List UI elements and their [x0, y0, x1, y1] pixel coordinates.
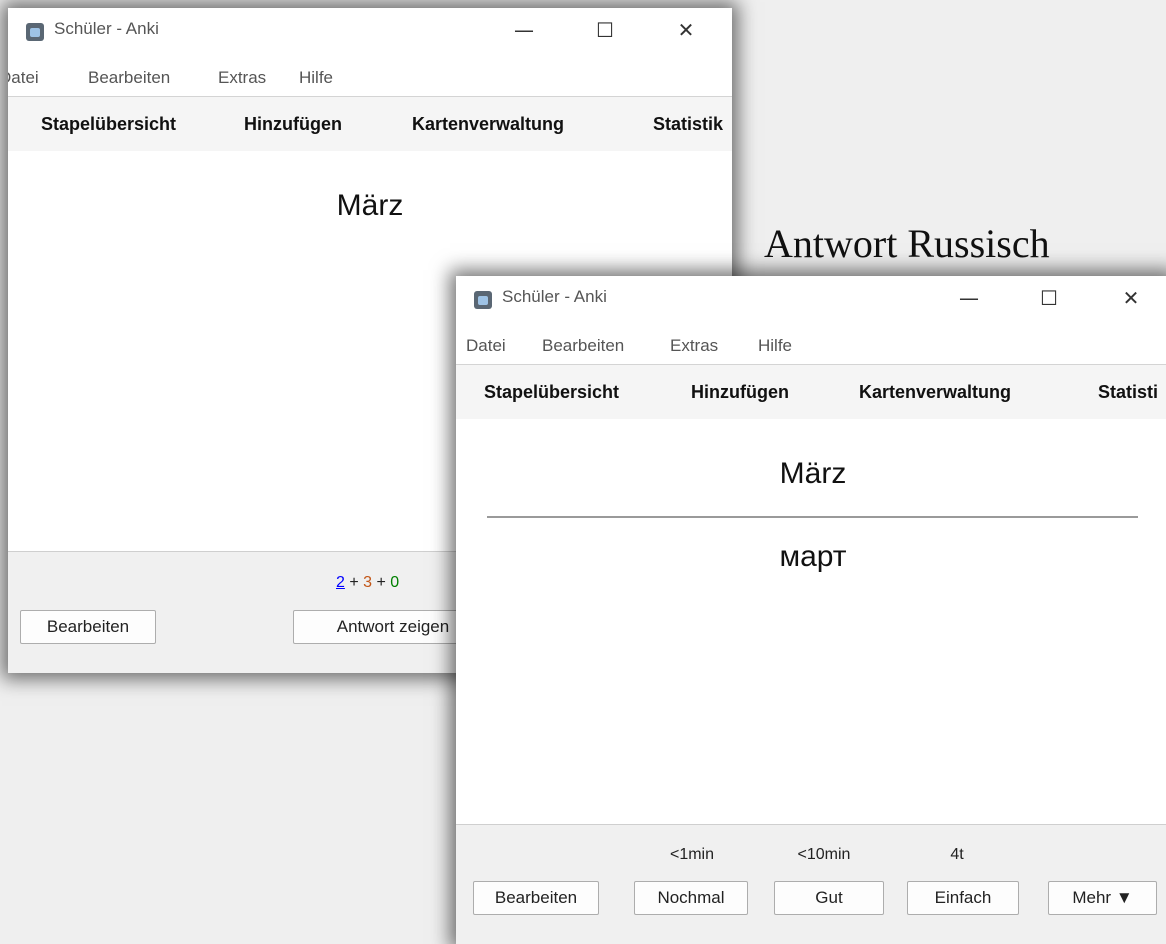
- caption-label: Antwort Russisch: [764, 221, 1050, 266]
- toolbar-browse[interactable]: Kartenverwaltung: [412, 114, 564, 135]
- anki-app-icon: [26, 23, 44, 41]
- again-button[interactable]: Nochmal: [634, 881, 748, 915]
- menu-hilfe[interactable]: Hilfe: [299, 68, 333, 88]
- count-separator: +: [344, 574, 364, 591]
- toolbar-stats[interactable]: Statistik: [653, 114, 723, 135]
- main-toolbar: Stapelübersicht Hinzufügen Kartenverwalt…: [456, 364, 1166, 420]
- toolbar-stats[interactable]: Statisti: [1098, 382, 1158, 403]
- easy-button[interactable]: Einfach: [907, 881, 1019, 915]
- menu-bearbeiten[interactable]: Bearbeiten: [542, 336, 624, 356]
- menu-bar: Datei Bearbeiten Extras Hilfe: [456, 330, 1166, 364]
- close-icon[interactable]: ✕: [671, 18, 701, 42]
- anki-app-icon: [474, 291, 492, 309]
- maximize-icon[interactable]: ☐: [590, 18, 620, 42]
- menu-datei[interactable]: Datei: [466, 336, 506, 356]
- review-count: 0: [390, 574, 400, 591]
- interval-easy: 4t: [950, 846, 964, 863]
- interval-good: <10min: [797, 846, 851, 863]
- menu-bearbeiten[interactable]: Bearbeiten: [88, 68, 170, 88]
- window-title: Schüler - Anki: [54, 19, 159, 38]
- card-answer: март: [779, 540, 847, 573]
- main-toolbar: Stapelübersicht Hinzufügen Kartenverwalt…: [8, 96, 732, 152]
- anki-window-answer: Schüler - Anki — ☐ ✕ Datei Bearbeiten Ex…: [456, 276, 1166, 944]
- edit-button[interactable]: Bearbeiten: [473, 881, 599, 915]
- title-bar[interactable]: Schüler - Anki — ☐ ✕: [8, 8, 732, 58]
- menu-bar: Datei Bearbeiten Extras Hilfe: [8, 62, 732, 96]
- menu-datei[interactable]: Datei: [8, 68, 39, 88]
- bottom-bar: <1min <10min 4t Bearbeiten Nochmal Gut E…: [456, 824, 1166, 944]
- card-area: März март: [456, 419, 1166, 824]
- minimize-icon[interactable]: —: [509, 18, 539, 42]
- menu-extras[interactable]: Extras: [670, 336, 718, 356]
- close-icon[interactable]: ✕: [1116, 286, 1146, 310]
- menu-extras[interactable]: Extras: [218, 68, 266, 88]
- toolbar-add[interactable]: Hinzufügen: [244, 114, 342, 135]
- maximize-icon[interactable]: ☐: [1034, 286, 1064, 310]
- due-counts: 2 + 3 + 0: [336, 574, 399, 592]
- minimize-icon[interactable]: —: [954, 286, 984, 310]
- learn-count: 3: [363, 574, 373, 591]
- interval-again: <1min: [669, 846, 715, 863]
- card-question: März: [779, 457, 847, 490]
- more-button[interactable]: Mehr ▼: [1048, 881, 1157, 915]
- toolbar-decks[interactable]: Stapelübersicht: [484, 382, 619, 403]
- toolbar-add[interactable]: Hinzufügen: [691, 382, 789, 403]
- card-question: März: [336, 189, 404, 222]
- title-bar[interactable]: Schüler - Anki — ☐ ✕: [456, 276, 1166, 326]
- toolbar-decks[interactable]: Stapelübersicht: [41, 114, 176, 135]
- answer-divider: [487, 516, 1138, 518]
- count-separator: +: [372, 574, 391, 591]
- edit-button[interactable]: Bearbeiten: [20, 610, 156, 644]
- window-title: Schüler - Anki: [502, 287, 607, 306]
- toolbar-browse[interactable]: Kartenverwaltung: [859, 382, 1011, 403]
- new-count: 2: [336, 574, 345, 591]
- menu-hilfe[interactable]: Hilfe: [758, 336, 792, 356]
- good-button[interactable]: Gut: [774, 881, 884, 915]
